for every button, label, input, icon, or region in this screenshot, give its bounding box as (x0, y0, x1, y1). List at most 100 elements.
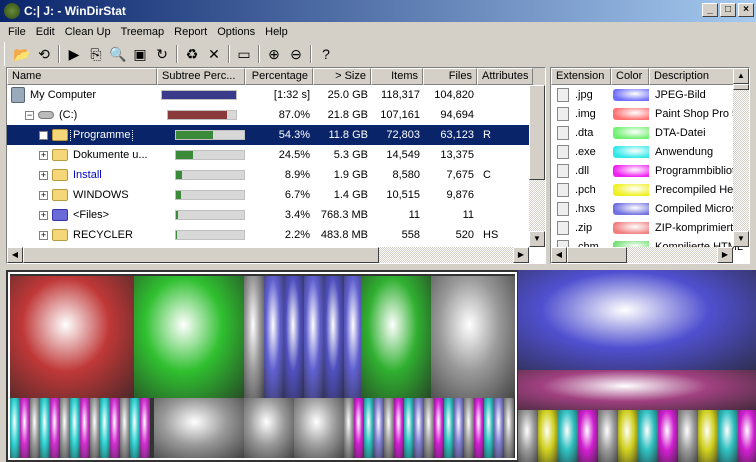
extension-name: .zip (575, 221, 593, 234)
subtree-percentage-bar (175, 210, 245, 220)
treemap-cell[interactable] (738, 410, 756, 462)
ext-vertical-scrollbar[interactable]: ▲ ▼ (733, 68, 749, 247)
treemap-cell[interactable] (558, 410, 578, 462)
open-folder-button[interactable]: 📂 (11, 43, 33, 65)
ext-horizontal-scrollbar[interactable]: ◀ ▶ (551, 247, 733, 263)
menu-clean-up[interactable]: Clean Up (61, 26, 117, 38)
treemap-cell[interactable] (598, 410, 618, 462)
treemap-cell[interactable] (698, 410, 718, 462)
subtree-percentage-bar (167, 110, 237, 120)
copy-button[interactable]: ⎘ (85, 43, 107, 65)
recycle-bin-icon: ♻ (185, 45, 199, 62)
computer-icon (11, 87, 25, 103)
column-header-4[interactable]: Items (371, 68, 423, 85)
treemap-cell[interactable] (618, 410, 638, 462)
table-row[interactable]: + WINDOWS 6.7% 1.4 GB 10,515 9,876 (7, 185, 545, 205)
directory-tree[interactable]: Name Subtree Perc... Percentage > Size Items… (6, 67, 546, 264)
pct-cell: 2.2% (284, 229, 310, 241)
zoom-in-button[interactable]: ⊕ (263, 43, 285, 65)
minimize-button[interactable]: _ (702, 3, 718, 17)
zoom-out-button[interactable]: ⊖ (285, 43, 307, 65)
files-icon (52, 209, 68, 222)
extension-row[interactable]: .dll Programmbibliothek (551, 161, 749, 180)
color-swatch (613, 164, 649, 177)
horizontal-scrollbar[interactable]: ◀ ▶ (7, 247, 529, 263)
subtree-percentage-bar (175, 130, 245, 140)
expand-toggle[interactable]: + (39, 210, 48, 220)
command-prompt-icon: ▣ (133, 45, 147, 62)
folder-icon (52, 189, 68, 202)
refresh-button[interactable]: ↻ (151, 43, 173, 65)
attributes-cell: HS (483, 229, 499, 241)
help-button[interactable]: ? (315, 43, 337, 65)
expand-toggle[interactable]: + (39, 150, 48, 160)
ext-column-header-1[interactable]: Color (611, 68, 649, 85)
menu-options[interactable]: Options (213, 26, 261, 38)
extension-row[interactable]: .exe Anwendung (551, 142, 749, 161)
extension-row[interactable]: .dta DTA-Datei (551, 123, 749, 142)
column-header-6[interactable]: Attributes (477, 68, 533, 85)
table-row[interactable]: + Programme 54.3% 11.8 GB 72,803 63,123 R (7, 125, 545, 145)
column-header-1[interactable]: Subtree Perc... (157, 68, 245, 85)
column-header-2[interactable]: Percentage (245, 68, 313, 85)
extension-row[interactable]: .hxs Compiled Microsoft (551, 199, 749, 218)
color-cell (611, 221, 649, 234)
menu-treemap[interactable]: Treemap (117, 26, 171, 38)
refresh-all-button[interactable]: ⟲ (33, 43, 55, 65)
treemap-cell[interactable] (638, 410, 658, 462)
treemap[interactable] (6, 270, 756, 462)
treemap-cell[interactable] (658, 410, 678, 462)
items-cell: 10,515 (386, 189, 420, 201)
recycle-bin-button[interactable]: ♻ (181, 43, 203, 65)
vertical-scrollbar[interactable]: ▼ (529, 85, 545, 247)
maximize-button[interactable]: □ (720, 3, 736, 17)
items-cell: 118,317 (381, 89, 420, 101)
command-prompt-button[interactable]: ▣ (129, 43, 151, 65)
treemap-cell[interactable] (678, 410, 698, 462)
menu-file[interactable]: File (4, 26, 32, 38)
toolbar: 📂 ⟲ ▶ ⎘ 🔍 ▣ ↻ ♻ ✕ ▭ ⊕ ⊖? (4, 42, 337, 66)
treemap-cell[interactable] (718, 410, 738, 462)
table-row[interactable]: + Dokumente u... 24.5% 5.3 GB 14,549 13,375 (7, 145, 545, 165)
delete-button[interactable]: ✕ (203, 43, 225, 65)
file-type-icon (557, 125, 569, 140)
expand-toggle[interactable]: + (39, 170, 48, 180)
treemap-cell[interactable] (518, 270, 756, 370)
treemap-cell[interactable] (538, 410, 558, 462)
ext-column-header-0[interactable]: Extension (551, 68, 611, 85)
treemap-cell[interactable] (518, 370, 756, 410)
menu-help[interactable]: Help (261, 26, 294, 38)
play-button[interactable]: ▶ (63, 43, 85, 65)
column-header-3[interactable]: > Size (313, 68, 371, 85)
column-header-0[interactable]: Name (7, 68, 157, 85)
menu-edit[interactable]: Edit (32, 26, 61, 38)
extension-row[interactable]: .zip ZIP-komprimierte (551, 218, 749, 237)
expand-toggle[interactable]: + (39, 230, 48, 240)
file-type-icon (557, 106, 569, 121)
file-type-icon (557, 182, 569, 197)
expand-toggle[interactable]: + (39, 190, 48, 200)
table-row[interactable]: − (C:) 87.0% 21.8 GB 107,161 94,694 (7, 105, 545, 125)
table-row[interactable]: + RECYCLER 2.2% 483.8 MB 558 520 HS (7, 225, 545, 245)
table-row[interactable]: My Computer [1:32 s] 25.0 GB 118,317 104,820 (7, 85, 545, 105)
subtree-percentage-bar (175, 230, 245, 240)
refresh-all-icon: ⟲ (38, 45, 50, 62)
expand-toggle[interactable]: + (39, 130, 48, 140)
menu-report[interactable]: Report (170, 26, 213, 38)
extension-row[interactable]: .img Paint Shop Pro 5 (551, 104, 749, 123)
close-button[interactable]: × (738, 3, 754, 17)
expand-toggle[interactable]: − (25, 111, 34, 120)
explorer-button[interactable]: 🔍 (107, 43, 129, 65)
treemap-cell[interactable] (518, 410, 538, 462)
extension-row[interactable]: .pch Precompiled Header (551, 180, 749, 199)
properties-button[interactable]: ▭ (233, 43, 255, 65)
properties-icon: ▭ (237, 45, 251, 62)
column-header-5[interactable]: Files (423, 68, 477, 85)
treemap-cell[interactable] (578, 410, 598, 462)
extension-list[interactable]: Extension Color Description .jpg JPEG-Bild.… (550, 67, 750, 264)
table-row[interactable]: + <Files> 3.4% 768.3 MB 11 11 (7, 205, 545, 225)
files-cell: 7,675 (446, 169, 474, 181)
extension-name: .dta (575, 126, 594, 139)
extension-row[interactable]: .jpg JPEG-Bild (551, 85, 749, 104)
table-row[interactable]: + Install 8.9% 1.9 GB 8,580 7,675 C (7, 165, 545, 185)
